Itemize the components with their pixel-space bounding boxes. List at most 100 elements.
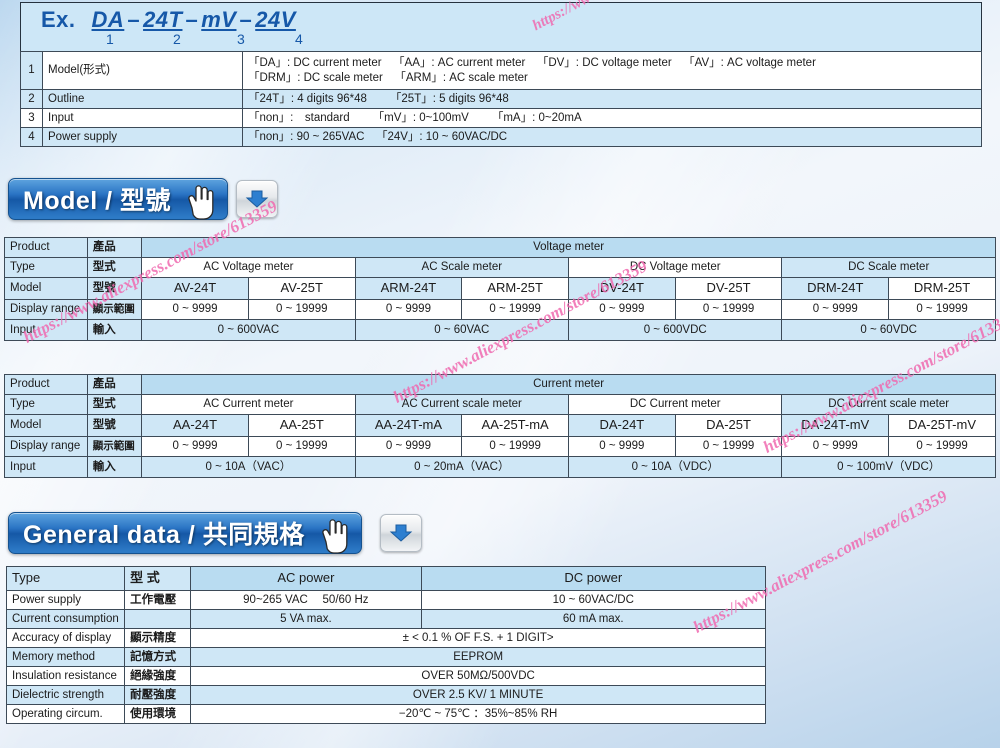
table-row: Insulation resistance 絕緣強度 OVER 50MΩ/500… <box>5 666 766 686</box>
table-row: Input 輸入 0 ~ 10A（VAC） 0 ~ 20mA（VAC） 0 ~ … <box>4 456 996 478</box>
code-row-item: Model(形式) <box>42 51 243 90</box>
general-row-en: Dielectric strength <box>5 685 126 705</box>
row-label-zh: 顯示範圍 <box>86 436 143 457</box>
table-row: Power supply 工作電壓 90~265 VAC 50/60 Hz 10… <box>5 590 767 610</box>
code-part-2: 24T <box>143 7 183 32</box>
model-expand-button[interactable] <box>236 180 278 218</box>
general-row-en: Current consumption <box>5 609 126 629</box>
voltage-meter-table-wrap: Product 產品 Voltage meter Type 型式 AC Volt… <box>4 237 996 341</box>
general-expand-button[interactable] <box>380 514 422 552</box>
general-row-en: Power supply <box>5 590 126 610</box>
general-header-dc: DC power <box>420 566 767 591</box>
general-row-en: Memory method <box>5 647 126 667</box>
code-part-3: mV <box>201 7 237 32</box>
general-data-table: Type 型 式 AC power DC power Power supply … <box>5 566 767 724</box>
voltage-model-cell: DRM-25T <box>888 277 996 300</box>
voltage-type-cell: AC Scale meter <box>354 257 570 278</box>
current-range-cell: 0 ~ 9999 <box>568 436 676 457</box>
current-input-cell: 0 ~ 10A（VAC） <box>141 456 356 478</box>
row-label-en: Product <box>4 374 88 395</box>
general-header-zh: 型 式 <box>124 566 192 591</box>
current-meter-table-wrap: Product 產品 Current meter Type 型式 AC Curr… <box>4 374 996 478</box>
row-label-zh: 產品 <box>86 374 143 395</box>
current-type-cell: AC Current scale meter <box>354 394 570 415</box>
current-model-cell: AA-25T <box>247 414 356 437</box>
general-row-value: EEPROM <box>190 647 766 667</box>
row-label-zh: 型式 <box>86 394 143 415</box>
code-row-no: 2 <box>20 89 43 109</box>
general-banner-button[interactable]: General data / 共同規格 <box>8 512 362 554</box>
row-label-zh: 型號 <box>86 277 143 300</box>
code-row-no: 4 <box>20 127 43 147</box>
current-range-cell: 0 ~ 19999 <box>247 436 356 457</box>
general-row-zh: 記憶方式 <box>124 647 192 667</box>
general-data-table-wrap: Type 型 式 AC power DC power Power supply … <box>5 566 767 724</box>
model-banner-button[interactable]: Model / 型號 <box>8 178 229 220</box>
code-part-1: DA <box>91 7 125 32</box>
current-range-cell: 0 ~ 9999 <box>141 436 249 457</box>
chevron-down-icon <box>245 190 269 208</box>
current-meter-table: Product 產品 Current meter Type 型式 AC Curr… <box>4 374 996 478</box>
voltage-type-cell: DC Scale meter <box>781 257 996 278</box>
row-label-zh: 產品 <box>86 237 143 258</box>
row-label-en: Display range <box>4 299 88 320</box>
table-row: Operating circum. 使用環境 −20℃ ~ 75℃ ：35%~8… <box>5 704 766 724</box>
code-row-desc: 「24T」: 4 digits 96*48 「25T」: 5 digits 96… <box>242 89 982 109</box>
current-model-cell: DA-24T <box>568 414 676 437</box>
code-row-item: Power supply <box>42 127 243 147</box>
voltage-range-cell: 0 ~ 9999 <box>781 299 890 320</box>
example-number-1: 1 <box>106 31 114 47</box>
voltage-range-cell: 0 ~ 19999 <box>247 299 356 320</box>
table-row: Display range 顯示範圍 0 ~ 9999 0 ~ 19999 0 … <box>4 299 996 320</box>
code-row-desc: 「non」: standard 「mV」: 0~100mV 「mA」: 0~20… <box>242 108 982 128</box>
code-row-item: Outline <box>42 89 243 109</box>
general-row-value: ± < 0.1 % OF F.S. + 1 DIGIT> <box>190 628 766 648</box>
voltage-range-cell: 0 ~ 19999 <box>674 299 783 320</box>
code-row-item: Input <box>42 108 243 128</box>
voltage-range-cell: 0 ~ 9999 <box>568 299 676 320</box>
voltage-model-cell: ARM-25T <box>461 277 569 300</box>
model-banner-label: Model / 型號 <box>23 187 172 215</box>
model-code-block: Ex. DA –24T – mV –24V 1 2 3 4 1 Model(形式) 「DA… <box>20 2 982 147</box>
code-breakdown-body: 1 Model(形式) 「DA」: DC current meter 「AA」:… <box>20 51 982 147</box>
general-section-banner: General data / 共同規格 <box>0 510 1000 554</box>
current-input-cell: 0 ~ 10A（VDC） <box>567 456 783 478</box>
general-row-zh: 顯示精度 <box>124 628 192 648</box>
table-row: Model 型號 AA-24T AA-25T AA-24T-mA AA-25T-… <box>4 414 996 437</box>
voltage-model-cell: DV-24T <box>568 277 676 300</box>
row-label-zh: 型式 <box>86 257 143 278</box>
table-row: Memory method 記憶方式 EEPROM <box>5 647 766 667</box>
voltage-model-cell: DRM-24T <box>781 277 890 300</box>
voltage-range-cell: 0 ~ 9999 <box>141 299 249 320</box>
current-model-cell: DA-25T-mV <box>888 414 996 437</box>
table-row: Accuracy of display 顯示精度 ± < 0.1 % OF F.… <box>5 628 766 648</box>
table-row: Product 產品 Current meter <box>4 374 996 395</box>
model-section-banner: Model / 型號 <box>0 176 1000 220</box>
table-row: 2 Outline 「24T」: 4 digits 96*48 「25T」: 5… <box>20 89 982 109</box>
general-row-zh <box>124 609 192 629</box>
current-range-cell: 0 ~ 19999 <box>674 436 783 457</box>
general-row-en: Insulation resistance <box>5 666 126 686</box>
voltage-type-cell: DC Voltage meter <box>567 257 783 278</box>
code-part-4: 24V <box>255 7 296 32</box>
general-row-ac: 5 VA max. <box>190 609 422 629</box>
row-label-en: Input <box>4 319 88 341</box>
current-model-cell: AA-25T-mA <box>461 414 569 437</box>
row-label-en: Product <box>4 237 88 258</box>
voltage-product-cell: Voltage meter <box>141 237 996 258</box>
row-label-zh: 輸入 <box>86 319 143 341</box>
code-breakdown-table: 1 Model(形式) 「DA」: DC current meter 「AA」:… <box>20 51 982 147</box>
voltage-input-cell: 0 ~ 600VDC <box>567 319 783 341</box>
voltage-model-cell: AV-24T <box>141 277 249 300</box>
example-code-header: Ex. DA –24T – mV –24V 1 2 3 4 <box>20 2 982 51</box>
chevron-down-icon <box>389 524 413 542</box>
row-label-en: Input <box>4 456 88 478</box>
code-row-no: 1 <box>20 51 43 90</box>
row-label-en: Model <box>4 414 88 437</box>
code-desc-line-2: 「DRM」: DC scale meter 「ARM」: AC scale me… <box>248 71 528 84</box>
voltage-range-cell: 0 ~ 19999 <box>888 299 996 320</box>
example-number-4: 4 <box>295 31 303 47</box>
table-row: Input 輸入 0 ~ 600VAC 0 ~ 60VAC 0 ~ 600VDC… <box>4 319 996 341</box>
general-row-dc: 60 mA max. <box>420 609 767 629</box>
current-model-cell: AA-24T-mA <box>354 414 463 437</box>
